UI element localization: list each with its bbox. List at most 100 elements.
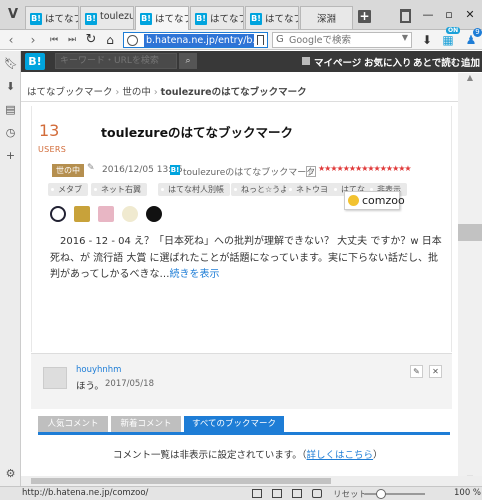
tab-6[interactable]: 深淵	[300, 6, 353, 29]
url-bar[interactable]: b.hatena.ne.jp/entry/b.h	[123, 32, 268, 48]
users-count[interactable]: 13	[39, 121, 59, 140]
horizontal-scrollbar[interactable]	[21, 476, 482, 486]
tab-label: はてなブ	[210, 14, 243, 25]
tab-1[interactable]: B!はてなブ	[25, 6, 79, 29]
zoom-slider[interactable]	[365, 493, 425, 495]
info-badge: ｎ	[306, 166, 317, 177]
camera-icon[interactable]	[252, 489, 262, 498]
avatar[interactable]	[74, 206, 90, 222]
breadcrumb-category[interactable]: 世の中	[122, 87, 151, 98]
entry-card	[31, 106, 452, 352]
avatar[interactable]	[50, 206, 66, 222]
tab-label: はてなブ	[155, 14, 188, 25]
close-icon[interactable]: ✕	[429, 365, 442, 378]
tab-5[interactable]: B!はてなブ	[245, 6, 299, 29]
address-toolbar: ‹ › ⏮ ⏭ ↻ ⌂ b.hatena.ne.jp/entry/b.h G ▼…	[0, 30, 482, 50]
forward-icon[interactable]: ›	[25, 32, 41, 48]
edit-icon[interactable]: ✎	[410, 365, 423, 378]
tab-all-bookmarks[interactable]: すべてのブックマーク	[184, 416, 284, 432]
close-window-icon[interactable]: ✕	[460, 7, 480, 23]
user-icon	[302, 57, 310, 65]
hatena-bookmark-icon: B!	[140, 13, 152, 25]
tile-icon[interactable]	[272, 489, 282, 498]
avatar[interactable]	[122, 206, 138, 222]
tooltip-username: comzoo	[362, 194, 405, 207]
google-icon: G	[276, 34, 284, 45]
site-search-input[interactable]	[56, 54, 176, 68]
scrollbar-thumb[interactable]	[458, 224, 482, 241]
side-panel: 🔖︎ ⬇ ▤ ◷ + ⚙	[0, 51, 21, 486]
download-icon[interactable]: ⬇	[419, 32, 435, 48]
hatena-logo[interactable]: B!	[25, 53, 45, 70]
tab-label: toulezure	[100, 11, 133, 22]
read-more-link[interactable]: 続きを表示	[170, 269, 220, 280]
details-link[interactable]: 詳しくはこちら	[307, 450, 374, 461]
site-header: B! ⌕ マイページ お気に入り あとで読む 追加	[21, 51, 482, 72]
zoom-slider-knob[interactable]	[376, 489, 386, 499]
history-panel-icon[interactable]: ◷	[4, 126, 17, 139]
globe-icon	[127, 35, 138, 46]
maximize-icon[interactable]: ▫	[439, 7, 459, 23]
star-rating[interactable]: ★★★★★★★★★★★★★★★	[318, 164, 412, 173]
fast-forward-icon[interactable]: ⏭	[64, 32, 80, 48]
favorites-link[interactable]: お気に入り	[364, 55, 412, 69]
tab-label: 深淵	[316, 14, 336, 25]
tab-popular-comments[interactable]: 人気コメント	[38, 416, 108, 432]
comment-username[interactable]: houyhnhm	[76, 365, 121, 375]
avatar[interactable]	[98, 206, 114, 222]
site-search-box[interactable]	[55, 53, 177, 69]
rewind-icon[interactable]: ⏮	[46, 32, 62, 48]
avatar[interactable]	[146, 206, 162, 222]
page-actions-icon[interactable]	[312, 489, 322, 498]
notification-count-badge: 9	[473, 28, 482, 37]
user-tooltip: comzoo	[344, 191, 405, 210]
home-icon[interactable]: ⌂	[102, 32, 118, 48]
chevron-down-icon[interactable]: ▼	[402, 33, 408, 42]
add-link[interactable]: 追加	[461, 55, 480, 69]
tag-item[interactable]: メタブ	[48, 183, 88, 196]
bookmark-icon[interactable]	[257, 35, 264, 45]
add-panel-icon[interactable]: +	[4, 149, 17, 162]
vivaldi-menu-icon[interactable]: V	[4, 6, 22, 24]
settings-gear-icon[interactable]: ⚙	[4, 467, 17, 480]
search-box[interactable]: G ▼	[272, 32, 412, 48]
tag-item[interactable]: はてな村人別帳	[158, 183, 230, 196]
extension-icon[interactable]: ▦	[440, 32, 456, 48]
breadcrumb-home[interactable]: はてなブックマーク	[27, 87, 113, 98]
trash-icon[interactable]	[400, 9, 411, 23]
bookmarks-panel-icon[interactable]: 🔖︎	[4, 57, 18, 70]
image-icon[interactable]	[292, 489, 302, 498]
reload-icon[interactable]: ↻	[83, 32, 99, 48]
url-text[interactable]: b.hatena.ne.jp/entry/b.h	[144, 34, 254, 47]
web-page: B! ⌕ マイページ お気に入り あとで読む 追加 はてなブックマーク›世の中›…	[21, 51, 482, 486]
avatar	[348, 195, 359, 206]
scroll-up-icon[interactable]: ▲	[458, 73, 482, 85]
back-icon[interactable]: ‹	[3, 32, 19, 48]
search-input[interactable]	[289, 34, 399, 46]
new-tab-icon[interactable]: +	[358, 10, 371, 23]
read-later-link[interactable]: あとで読む	[413, 55, 460, 69]
entry-title[interactable]: toulezureのはてなブックマーク	[101, 122, 293, 141]
zoom-level: 100 %	[454, 488, 482, 498]
mypage-link[interactable]: マイページ	[314, 55, 361, 69]
notes-panel-icon[interactable]: ▤	[4, 103, 17, 116]
zoom-reset-label[interactable]: リセット	[333, 488, 367, 500]
search-icon[interactable]: ⌕	[179, 53, 197, 69]
pin-icon: ✎	[87, 163, 95, 173]
tab-4[interactable]: B!はてなブ	[190, 6, 244, 29]
scrollbar-thumb[interactable]	[31, 478, 331, 484]
tab-label: はてなブ	[265, 14, 298, 25]
vertical-scrollbar[interactable]: ▲ ▼	[458, 73, 482, 486]
minimize-icon[interactable]: —	[418, 7, 438, 23]
avatar[interactable]	[43, 367, 67, 389]
tag-item[interactable]: ネトウヨ	[286, 183, 334, 196]
tab-2[interactable]: B!toulezure	[80, 6, 134, 29]
tag-item[interactable]: ネット右翼	[91, 183, 147, 196]
tab-new-comments[interactable]: 新着コメント	[111, 416, 181, 432]
comment-date[interactable]: 2017/05/18	[105, 379, 154, 389]
downloads-panel-icon[interactable]: ⬇	[4, 80, 17, 93]
blog-name-link[interactable]: toulezureのはてなブックマーク	[183, 165, 315, 178]
tab-label: はてなブ	[45, 14, 78, 25]
category-badge[interactable]: 世の中	[52, 164, 84, 177]
tab-3-active[interactable]: B!はてなブ	[135, 6, 189, 30]
